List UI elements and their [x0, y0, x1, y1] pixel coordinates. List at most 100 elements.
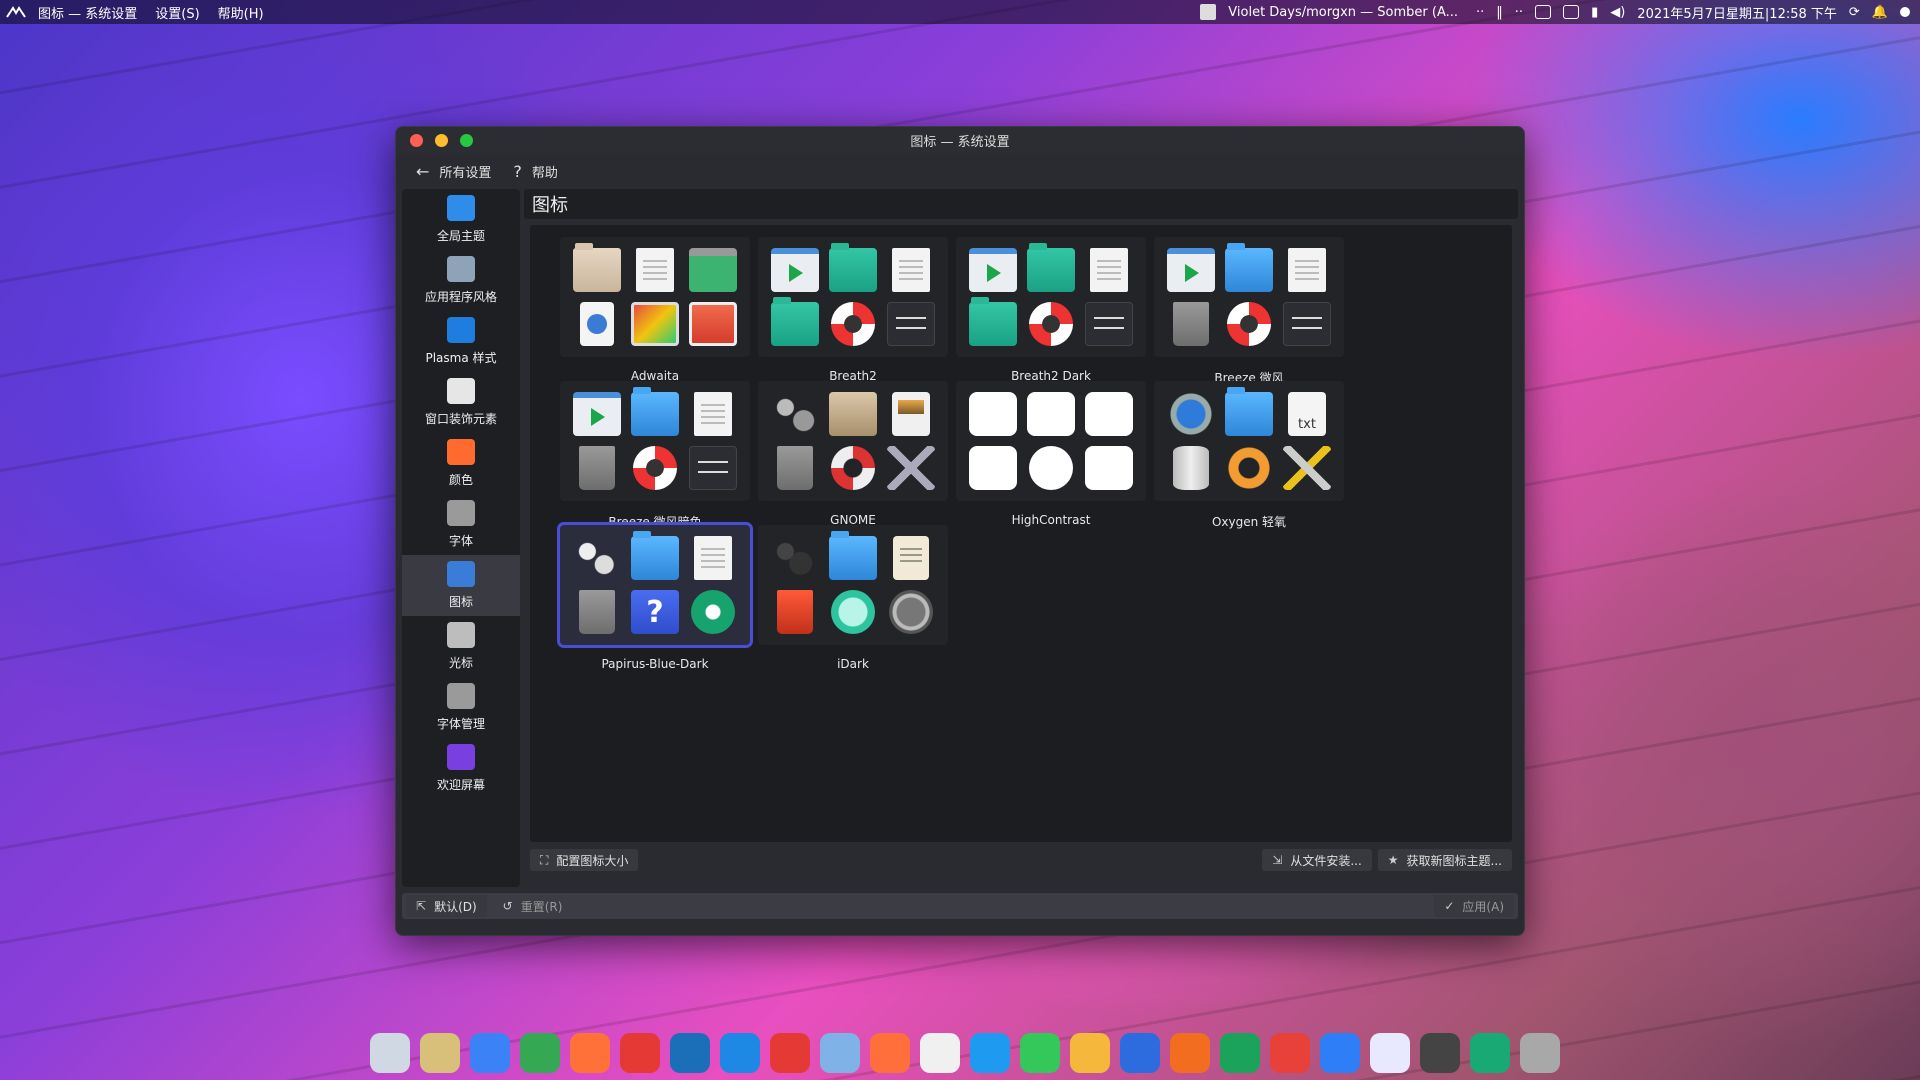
txt-icon: txt	[1288, 392, 1326, 436]
vscode-icon[interactable]	[720, 1033, 760, 1073]
sidebar-item[interactable]: 字体	[402, 494, 520, 555]
defaults-button[interactable]: ⇱ 默认(D)	[406, 895, 487, 917]
sidebar-item[interactable]: 全局主题	[402, 189, 520, 250]
theme-tile[interactable]: Adwaita	[560, 237, 750, 397]
menu-settings[interactable]: 设置(S)	[155, 3, 199, 22]
reset-button[interactable]: ↺ 重置(R)	[493, 895, 573, 917]
hc-icon	[969, 446, 1017, 490]
volume-icon[interactable]: ◀)	[1610, 5, 1625, 20]
qq-icon[interactable]	[920, 1033, 960, 1073]
trash-icon[interactable]	[1520, 1033, 1560, 1073]
chrome-icon[interactable]	[520, 1033, 560, 1073]
cloud-icon[interactable]	[820, 1033, 860, 1073]
configure-icon-size-button[interactable]: ⛶ 配置图标大小	[530, 849, 639, 871]
theme-preview[interactable]	[560, 237, 750, 357]
theme-tile[interactable]: Breeze 微风	[1154, 237, 1344, 397]
manjaro-logo-icon[interactable]	[6, 4, 28, 20]
menu-help[interactable]: 帮助(H)	[218, 3, 264, 22]
theme-tile[interactable]: Breath2 Dark	[956, 237, 1146, 397]
sidebar-item[interactable]: 光标	[402, 616, 520, 677]
settings-icon[interactable]	[1470, 1033, 1510, 1073]
obs-icon[interactable]	[1420, 1033, 1460, 1073]
sidebar-item[interactable]: Plasma 样式	[402, 311, 520, 372]
manjaro-icon[interactable]	[370, 1033, 410, 1073]
slider-icon	[1283, 302, 1331, 346]
theme-preview[interactable]: ?	[557, 522, 753, 648]
folder-blue-icon	[1225, 243, 1273, 292]
word-icon[interactable]	[1370, 1033, 1410, 1073]
music-icon[interactable]	[870, 1033, 910, 1073]
xmind-icon[interactable]	[770, 1033, 810, 1073]
firefox-icon[interactable]	[570, 1033, 610, 1073]
slider-icon	[689, 446, 737, 490]
apply-button[interactable]: ✓ 应用(A)	[1434, 895, 1514, 917]
icon-theme-grid[interactable]: Adwaita Breath2 Breath2 Dark Breeze 微风 Breez…	[530, 225, 1512, 842]
play-icon[interactable]	[1020, 1033, 1060, 1073]
theme-tile[interactable]: ? Papirus-Blue-Dark	[557, 522, 753, 685]
folder-teal-icon	[829, 243, 877, 292]
theme-tile[interactable]: iDark	[758, 525, 948, 685]
media-pause-icon[interactable]: ‖	[1496, 5, 1503, 20]
get-new-themes-button[interactable]: ★ 获取新图标主题...	[1377, 849, 1512, 871]
now-playing-text[interactable]: Violet Days/morgxn — Somber (A...	[1228, 5, 1458, 20]
theme-preview[interactable]	[956, 381, 1146, 501]
folder-blue-icon	[631, 387, 679, 436]
menu-dot-icon[interactable]	[1900, 7, 1910, 17]
notification-bell-icon[interactable]: 🔔	[1872, 5, 1888, 20]
global-theme-icon	[447, 195, 475, 221]
window-titlebar[interactable]: 图标 — 系统设置	[396, 127, 1524, 153]
theme-tile[interactable]: Breath2	[758, 237, 948, 397]
baidu-netdisk-icon[interactable]	[1320, 1033, 1360, 1073]
all-settings-button[interactable]: ← 所有设置	[416, 162, 491, 181]
files-icon[interactable]	[420, 1033, 460, 1073]
tools-icon	[887, 446, 935, 490]
theme-tile[interactable]: HighContrast	[956, 381, 1146, 541]
minimize-button[interactable]	[435, 134, 448, 147]
wps-pdf-icon[interactable]	[1270, 1033, 1310, 1073]
sidebar-item-label: 颜色	[448, 473, 473, 487]
sidebar-item[interactable]: 字体管理	[402, 677, 520, 738]
folder-teal-icon	[771, 297, 819, 346]
maximize-button[interactable]	[460, 134, 473, 147]
media-prev-icon[interactable]: ··	[1476, 5, 1484, 20]
sidebar-item[interactable]: 颜色	[402, 433, 520, 494]
lock-icon[interactable]: ▮	[1591, 5, 1598, 20]
menu-app-title[interactable]: 图标 — 系统设置	[38, 3, 137, 22]
netease-music-icon[interactable]	[620, 1033, 660, 1073]
theme-preview[interactable]	[758, 237, 948, 357]
software-icon[interactable]	[470, 1033, 510, 1073]
window-body: 全局主题应用程序风格 Plasma 样式 窗口装饰元素颜色字体 图标 光标 字体管理 欢迎屏…	[396, 189, 1524, 935]
sidebar-item[interactable]: 欢迎屏幕	[402, 738, 520, 799]
keyboard-icon[interactable]	[1563, 5, 1580, 19]
theme-preview[interactable]	[560, 381, 750, 501]
theme-tile[interactable]: Breeze 微风暗色	[560, 381, 750, 541]
steam-icon[interactable]	[670, 1033, 710, 1073]
apply-label: 应用(A)	[1462, 899, 1504, 914]
sidebar-item[interactable]: 应用程序风格	[402, 250, 520, 311]
theme-preview[interactable]	[758, 381, 948, 501]
sidebar-item[interactable]: 图标	[402, 555, 520, 616]
now-playing-icon[interactable]	[1200, 4, 1217, 20]
sidebar-item-label: 应用程序风格	[424, 290, 497, 304]
media-next-icon[interactable]: ··	[1515, 5, 1523, 20]
theme-tile[interactable]: txt Oxygen 轻氧	[1154, 381, 1344, 541]
display-icon[interactable]	[1535, 5, 1552, 19]
sync-icon[interactable]: ⟳	[1849, 5, 1860, 20]
clock[interactable]: 2021年5月7日星期五|12:58 下午	[1637, 3, 1837, 22]
wps-presentation-icon[interactable]	[1170, 1033, 1210, 1073]
theme-preview[interactable]	[758, 525, 948, 645]
help-button[interactable]: ? 帮助	[513, 162, 558, 181]
theme-preview[interactable]: txt	[1154, 381, 1344, 501]
lifebuoy-icon	[633, 446, 677, 490]
mango-icon[interactable]	[1070, 1033, 1110, 1073]
theme-preview[interactable]	[956, 237, 1146, 357]
close-button[interactable]	[410, 134, 423, 147]
app-star-icon[interactable]	[970, 1033, 1010, 1073]
sidebar-item[interactable]: 窗口装饰元素	[402, 372, 520, 433]
player-icon	[573, 392, 621, 436]
install-from-file-button[interactable]: ⇲ 从文件安装...	[1262, 849, 1372, 871]
theme-preview[interactable]	[1154, 237, 1344, 357]
wps-spreadsheet-icon[interactable]	[1220, 1033, 1260, 1073]
theme-tile[interactable]: GNOME	[758, 381, 948, 541]
wps-writer-icon[interactable]	[1120, 1033, 1160, 1073]
